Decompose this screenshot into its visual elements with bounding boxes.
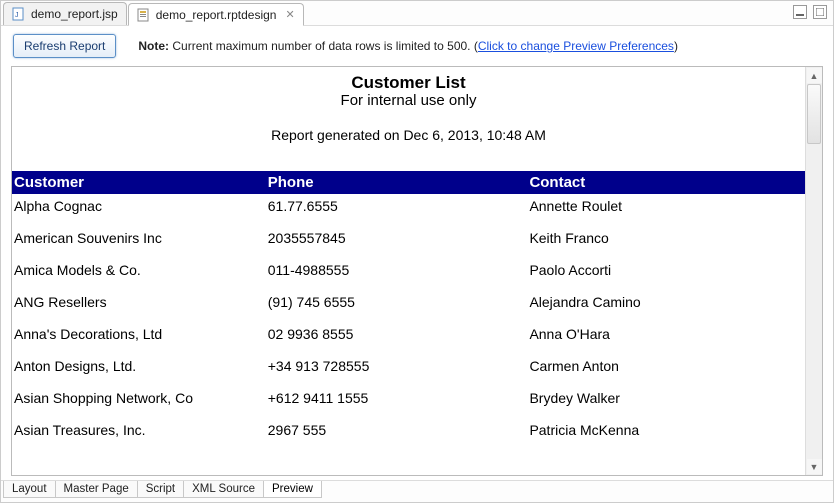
scrollbar-thumb[interactable]	[807, 84, 821, 144]
tab-preview[interactable]: Preview	[263, 481, 322, 498]
table-row: Asian Shopping Network, Co+612 9411 1555…	[12, 382, 805, 414]
cell-customer: ANG Resellers	[12, 286, 266, 318]
cell-phone: 2035557845	[266, 222, 528, 254]
cell-customer: American Souvenirs Inc	[12, 222, 266, 254]
report-title: Customer List	[12, 73, 805, 93]
editor-window-controls	[793, 5, 827, 19]
note-body: Current maximum number of data rows is l…	[172, 39, 477, 53]
editor-tab-jsp[interactable]: J demo_report.jsp	[3, 2, 127, 25]
cell-phone: 61.77.6555	[266, 194, 528, 222]
table-row: Anton Designs, Ltd.+34 913 728555Carmen …	[12, 350, 805, 382]
report-file-icon	[137, 8, 151, 22]
cell-customer: Amica Models & Co.	[12, 254, 266, 286]
tab-layout[interactable]: Layout	[3, 481, 56, 498]
cell-phone: +34 913 728555	[266, 350, 528, 382]
refresh-report-button[interactable]: Refresh Report	[13, 34, 116, 58]
scroll-up-arrow-icon[interactable]: ▲	[807, 68, 822, 83]
cell-customer: Alpha Cognac	[12, 194, 266, 222]
table-row: Alpha Cognac61.77.6555Annette Roulet	[12, 194, 805, 222]
tab-master-page[interactable]: Master Page	[55, 481, 138, 498]
vertical-scrollbar[interactable]: ▲ ▼	[805, 67, 822, 475]
cell-phone: +612 9411 1555	[266, 382, 528, 414]
scroll-down-arrow-icon[interactable]: ▼	[807, 459, 822, 474]
table-row: Asian Treasures, Inc.2967 555Patricia Mc…	[12, 414, 805, 446]
column-header-contact: Contact	[527, 171, 805, 194]
cell-contact: Keith Franco	[527, 222, 805, 254]
table-row: American Souvenirs Inc2035557845Keith Fr…	[12, 222, 805, 254]
preview-toolbar: Refresh Report Note: Current maximum num…	[1, 26, 833, 64]
report-content: Customer List For internal use only Repo…	[12, 67, 805, 446]
cell-customer: Asian Treasures, Inc.	[12, 414, 266, 446]
tab-xml-source[interactable]: XML Source	[183, 481, 264, 498]
cell-customer: Asian Shopping Network, Co	[12, 382, 266, 414]
row-limit-note: Note: Current maximum number of data row…	[138, 39, 678, 53]
table-row: Amica Models & Co.011-4988555Paolo Accor…	[12, 254, 805, 286]
svg-text:J: J	[15, 12, 19, 19]
table-row: Anna's Decorations, Ltd02 9936 8555Anna …	[12, 318, 805, 350]
close-icon[interactable]: ✕	[281, 8, 294, 21]
cell-contact: Annette Roulet	[527, 194, 805, 222]
customer-table: Customer Phone Contact Alpha Cognac61.77…	[12, 171, 805, 446]
table-row: ANG Resellers(91) 745 6555Alejandra Cami…	[12, 286, 805, 318]
editor-tab-label: demo_report.rptdesign	[156, 8, 277, 22]
scrollbar-track[interactable]	[806, 84, 822, 458]
editor-tab-label: demo_report.jsp	[31, 7, 118, 21]
cell-phone: 2967 555	[266, 414, 528, 446]
column-header-phone: Phone	[266, 171, 528, 194]
editor-tab-bar: J demo_report.jsp demo_report.rptdesign …	[1, 1, 833, 26]
cell-contact: Alejandra Camino	[527, 286, 805, 318]
cell-contact: Paolo Accorti	[527, 254, 805, 286]
cell-contact: Anna O'Hara	[527, 318, 805, 350]
report-preview-pane: Customer List For internal use only Repo…	[11, 66, 823, 476]
cell-contact: Brydey Walker	[527, 382, 805, 414]
note-suffix: )	[674, 39, 678, 53]
cell-customer: Anton Designs, Ltd.	[12, 350, 266, 382]
report-viewport: Customer List For internal use only Repo…	[12, 67, 805, 475]
cell-phone: 011-4988555	[266, 254, 528, 286]
table-header-row: Customer Phone Contact	[12, 171, 805, 194]
jsp-file-icon: J	[12, 7, 26, 21]
cell-contact: Carmen Anton	[527, 350, 805, 382]
editor-window: J demo_report.jsp demo_report.rptdesign …	[0, 0, 834, 503]
minimize-icon[interactable]	[793, 5, 807, 19]
cell-phone: (91) 745 6555	[266, 286, 528, 318]
report-generated-timestamp: Report generated on Dec 6, 2013, 10:48 A…	[12, 127, 805, 143]
note-prefix: Note:	[138, 39, 169, 53]
cell-contact: Patricia McKenna	[527, 414, 805, 446]
cell-phone: 02 9936 8555	[266, 318, 528, 350]
maximize-icon[interactable]	[813, 5, 827, 19]
design-tab-bar: Layout Master Page Script XML Source Pre…	[1, 480, 833, 502]
tab-script[interactable]: Script	[137, 481, 184, 498]
column-header-customer: Customer	[12, 171, 266, 194]
report-subtitle: For internal use only	[12, 92, 805, 109]
preview-preferences-link[interactable]: Click to change Preview Preferences	[478, 39, 674, 53]
editor-tab-rptdesign[interactable]: demo_report.rptdesign ✕	[128, 3, 304, 26]
cell-customer: Anna's Decorations, Ltd	[12, 318, 266, 350]
